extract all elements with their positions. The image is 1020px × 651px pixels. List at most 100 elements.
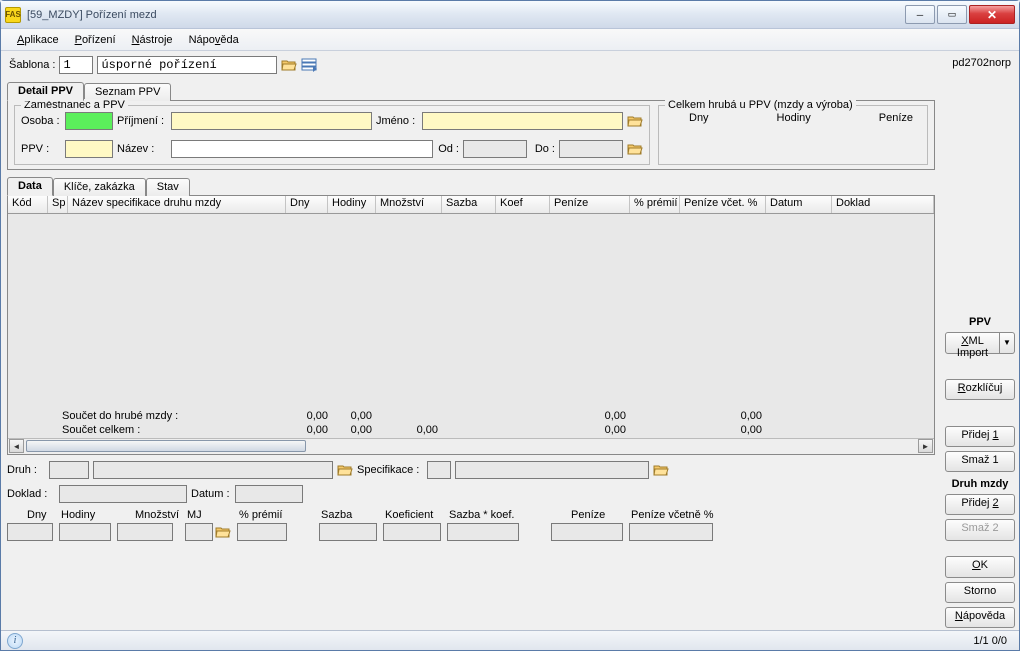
spec-code-input[interactable] xyxy=(427,461,451,479)
menu-napoveda[interactable]: Nápověda xyxy=(181,32,247,48)
b-pvcet-input[interactable] xyxy=(629,523,713,541)
col-dny[interactable]: Dny xyxy=(286,196,328,213)
col-datum[interactable]: Datum xyxy=(766,196,832,213)
pridej1-button[interactable]: Přidej 1 xyxy=(945,426,1015,447)
mj-open-icon[interactable] xyxy=(215,524,231,540)
scroll-thumb[interactable] xyxy=(26,440,306,452)
storno-button[interactable]: Storno xyxy=(945,582,1015,603)
ppv-open-icon[interactable] xyxy=(627,141,643,157)
osoba-open-icon[interactable] xyxy=(627,113,643,129)
tab-detail-ppv[interactable]: Detail PPV xyxy=(7,82,84,101)
col-nazev[interactable]: Název specifikace druhu mzdy xyxy=(68,196,286,213)
data-grid: Kód Sp Název specifikace druhu mzdy Dny … xyxy=(7,195,935,455)
od-input[interactable] xyxy=(463,140,527,158)
rozklicuj-button[interactable]: Rozklíčuj xyxy=(945,379,1015,400)
grid-hscroll[interactable]: ◄ ► xyxy=(8,438,934,454)
xml-import-dropdown[interactable]: ▼ xyxy=(1000,332,1015,354)
menu-nastroje[interactable]: Nástroje xyxy=(124,32,181,48)
scroll-right-arrow[interactable]: ► xyxy=(918,439,933,453)
sum-celkem-penize: 0,00 xyxy=(546,424,626,438)
sum-hrube-row: Součet do hrubé mzdy : 0,00 0,00 0,00 0,… xyxy=(8,410,934,424)
status-pages: 1/1 0/0 xyxy=(973,635,1013,647)
sum-hrube-hodiny: 0,00 xyxy=(328,410,372,424)
grid-body[interactable] xyxy=(8,214,934,410)
druh-name-input[interactable] xyxy=(93,461,333,479)
info-icon[interactable]: i xyxy=(7,633,23,649)
legend-hruba: Celkem hrubá u PPV (mzdy a výroba) xyxy=(665,99,856,111)
do-input[interactable] xyxy=(559,140,623,158)
ok-button[interactable]: OK xyxy=(945,556,1015,577)
b-dny-input[interactable] xyxy=(7,523,53,541)
sum-celkem-dny: 0,00 xyxy=(292,424,328,438)
label-datum: Datum : xyxy=(191,488,231,500)
sum-celkem-label: Součet celkem : xyxy=(8,424,292,438)
label-b-hodiny: Hodiny xyxy=(59,509,95,521)
col-koef[interactable]: Koef xyxy=(496,196,550,213)
tab-data[interactable]: Data xyxy=(7,177,53,196)
col-mnoz[interactable]: Množství xyxy=(376,196,442,213)
col-sazba[interactable]: Sazba xyxy=(442,196,496,213)
sum-celkem-mnoz: 0,00 xyxy=(372,424,438,438)
prijmeni-input[interactable] xyxy=(171,112,372,130)
label-doklad: Doklad : xyxy=(7,488,55,500)
label-nazev: Název : xyxy=(117,143,167,155)
druh-open-icon[interactable] xyxy=(337,462,353,478)
user-label: pd2702norp xyxy=(939,51,1019,79)
osoba-input[interactable] xyxy=(65,112,113,130)
jmeno-input[interactable] xyxy=(422,112,623,130)
label-b-mj: MJ xyxy=(185,509,202,521)
b-mj-input[interactable] xyxy=(185,523,213,541)
b-mnoz-input[interactable] xyxy=(117,523,173,541)
pridej2-button[interactable]: Přidej 2 xyxy=(945,494,1015,515)
nazev-input[interactable] xyxy=(171,140,433,158)
col-hodiny[interactable]: Hodiny xyxy=(328,196,376,213)
col-pprem[interactable]: % prémií xyxy=(630,196,680,213)
b-pprem-input[interactable] xyxy=(237,523,287,541)
smaz1-button[interactable]: Smaž 1 xyxy=(945,451,1015,472)
col-kod[interactable]: Kód xyxy=(8,196,48,213)
menubar: Aplikace Pořízení Nástroje Nápověda xyxy=(1,29,1019,51)
sablona-num-input[interactable] xyxy=(59,56,93,74)
titlebar: FAS [59_MZDY] Pořízení mezd ─ ▭ ✕ xyxy=(1,1,1019,29)
col-penize[interactable]: Peníze xyxy=(550,196,630,213)
col-sp[interactable]: Sp xyxy=(48,196,68,213)
napoveda-button[interactable]: Nápověda xyxy=(945,607,1015,628)
label-jmeno: Jméno : xyxy=(376,115,418,127)
sablona-open-icon[interactable] xyxy=(281,57,297,73)
maximize-button[interactable]: ▭ xyxy=(937,5,967,24)
datum-input[interactable] xyxy=(235,485,303,503)
smaz2-button[interactable]: Smaž 2 xyxy=(945,519,1015,540)
grid-header: Kód Sp Název specifikace druhu mzdy Dny … xyxy=(8,196,934,214)
close-button[interactable]: ✕ xyxy=(969,5,1015,24)
xml-import-button[interactable]: XML Import xyxy=(945,332,1000,354)
label-od: Od : xyxy=(437,143,459,155)
b-koef-input[interactable] xyxy=(383,523,441,541)
menu-aplikace[interactable]: Aplikace xyxy=(9,32,67,48)
sum-hrube-penize: 0,00 xyxy=(546,410,626,424)
b-hodiny-input[interactable] xyxy=(59,523,111,541)
sablona-list-icon[interactable] xyxy=(301,57,317,73)
druh-code-input[interactable] xyxy=(49,461,89,479)
minimize-button[interactable]: ─ xyxy=(905,5,935,24)
label-b-penize: Peníze xyxy=(551,509,605,521)
tab-klice[interactable]: Klíče, zakázka xyxy=(53,178,146,196)
sum-celkem-hodiny: 0,00 xyxy=(328,424,372,438)
spec-open-icon[interactable] xyxy=(653,462,669,478)
col-pvcet[interactable]: Peníze včet. % xyxy=(680,196,766,213)
sablona-label: Šablona : xyxy=(9,59,55,71)
tab-stav[interactable]: Stav xyxy=(146,178,190,196)
scroll-left-arrow[interactable]: ◄ xyxy=(9,439,24,453)
sum-hrube-label: Součet do hrubé mzdy : xyxy=(8,410,292,424)
b-penize-input[interactable] xyxy=(551,523,623,541)
label-do: Do : xyxy=(531,143,555,155)
hruba-penize-label: Peníze xyxy=(879,112,913,124)
ppv-input[interactable] xyxy=(65,140,113,158)
fieldset-hruba: Celkem hrubá u PPV (mzdy a výroba) Dny H… xyxy=(658,105,928,165)
col-doklad[interactable]: Doklad xyxy=(832,196,934,213)
doklad-input[interactable] xyxy=(59,485,187,503)
b-sk-input[interactable] xyxy=(447,523,519,541)
b-sazba-input[interactable] xyxy=(319,523,377,541)
sablona-name-input[interactable] xyxy=(97,56,277,74)
spec-name-input[interactable] xyxy=(455,461,649,479)
menu-porizeni[interactable]: Pořízení xyxy=(67,32,124,48)
